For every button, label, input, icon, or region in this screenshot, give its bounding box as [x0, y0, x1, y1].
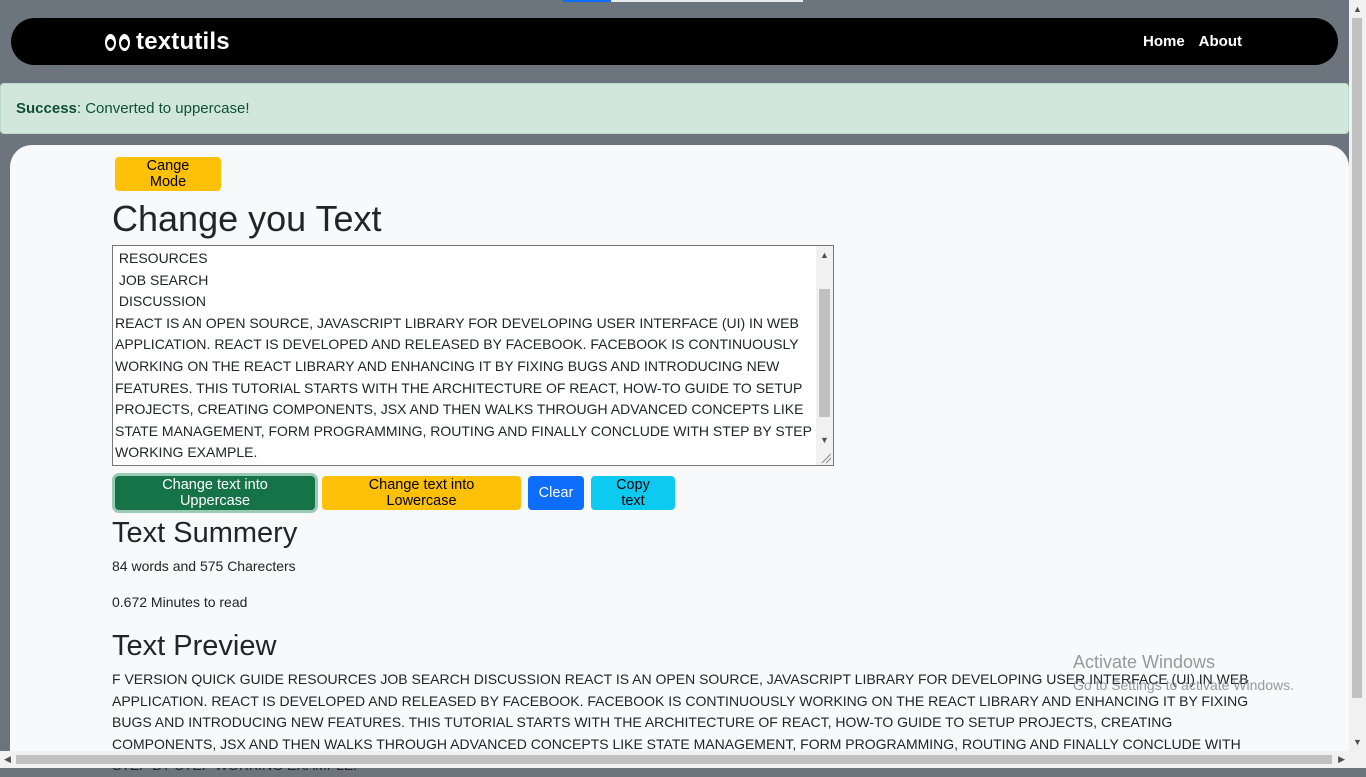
- eye-left: [105, 33, 116, 51]
- read-time: 0.672 Minutes to read: [112, 594, 248, 610]
- page-scroll-down-icon[interactable]: ▼: [1353, 737, 1362, 747]
- alert-type: Success: [16, 100, 77, 117]
- activate-windows-subtitle: Go to Settings to activate Windows.: [1073, 677, 1294, 693]
- text-input-area[interactable]: RESOURCES JOB SEARCH DISCUSSION REACT IS…: [112, 245, 834, 466]
- page-load-progress: [563, 0, 803, 2]
- change-mode-button[interactable]: Cange Mode: [115, 157, 221, 191]
- nav-home-link[interactable]: Home: [1143, 33, 1185, 50]
- page-scroll-up-icon[interactable]: ▲: [1353, 4, 1362, 14]
- page-vertical-scroll-thumb[interactable]: [1352, 18, 1362, 698]
- preview-heading: Text Preview: [112, 630, 277, 662]
- brand-name: textutils: [136, 28, 230, 55]
- success-alert: Success: Converted to uppercase!: [0, 83, 1349, 134]
- word-count: 84 words and 575 Charecters: [112, 558, 296, 574]
- lowercase-button[interactable]: Change text into Lowercase: [322, 476, 521, 510]
- nav-about-link[interactable]: About: [1199, 33, 1242, 50]
- page-horizontal-scrollbar[interactable]: ◀ ▶: [0, 751, 1349, 768]
- eye-right: [119, 33, 130, 51]
- resize-handle-icon[interactable]: [821, 453, 831, 463]
- brand-logo[interactable]: textutils: [105, 27, 230, 57]
- page-scroll-right-icon[interactable]: ▶: [1338, 754, 1345, 765]
- nav-links: Home About: [1143, 33, 1242, 50]
- scroll-up-icon[interactable]: ▲: [820, 250, 829, 260]
- textarea-scrollbar[interactable]: ▲ ▼: [816, 246, 833, 465]
- clear-button[interactable]: Clear: [528, 476, 584, 510]
- activate-windows-title: Activate Windows: [1073, 652, 1216, 672]
- alert-message: : Converted to uppercase!: [76, 100, 250, 117]
- summary-heading: Text Summery: [112, 517, 298, 549]
- textarea-scroll-thumb[interactable]: [819, 289, 830, 417]
- page-vertical-scrollbar[interactable]: ▲ ▼: [1349, 0, 1366, 768]
- textarea-text[interactable]: RESOURCES JOB SEARCH DISCUSSION REACT IS…: [115, 248, 815, 464]
- eyes-icon: [105, 33, 130, 51]
- uppercase-button[interactable]: Change text into Uppercase: [115, 476, 315, 510]
- progress-segment: [563, 0, 611, 2]
- copy-text-button[interactable]: Copy text: [591, 476, 675, 510]
- page-horizontal-scroll-thumb[interactable]: [16, 755, 1332, 764]
- page-scroll-left-icon[interactable]: ◀: [4, 754, 11, 765]
- page-title: Change you Text: [112, 198, 382, 239]
- navbar: textutils Home About: [11, 18, 1338, 65]
- scroll-down-icon[interactable]: ▼: [820, 435, 829, 445]
